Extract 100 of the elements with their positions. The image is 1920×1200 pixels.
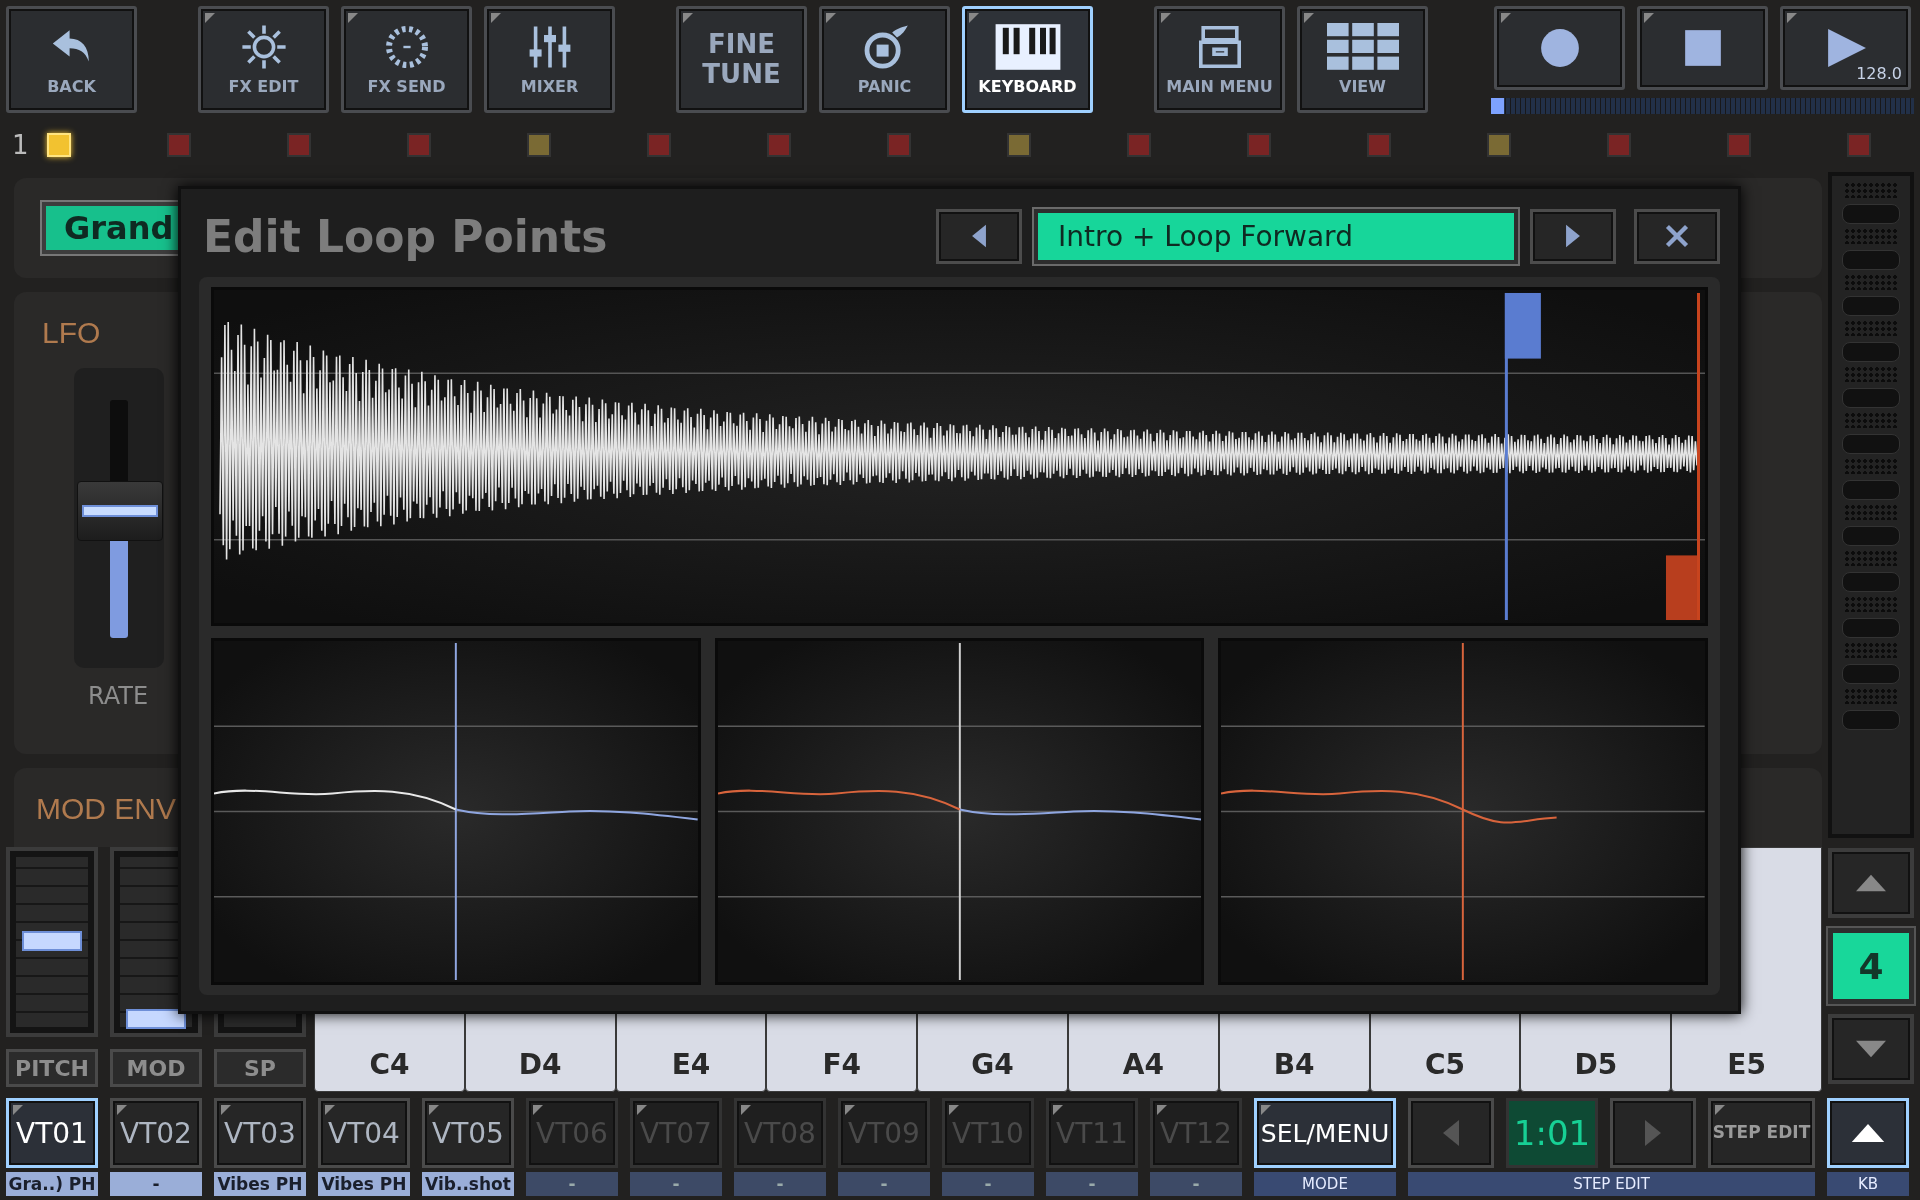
corner-triangle-icon bbox=[826, 13, 836, 23]
sunburst-icon bbox=[239, 23, 288, 71]
corner-triangle-icon bbox=[845, 1105, 855, 1115]
corner-triangle-icon bbox=[221, 1105, 231, 1115]
voice-track-name: - bbox=[630, 1172, 722, 1196]
voice-track-name: - bbox=[526, 1172, 618, 1196]
keyboard-toggle-button[interactable] bbox=[1827, 1098, 1909, 1168]
corner-triangle-icon bbox=[429, 1105, 439, 1115]
right-triangle-icon bbox=[1564, 223, 1582, 249]
voice-track-name: - bbox=[942, 1172, 1034, 1196]
octave-display: 4 bbox=[1828, 928, 1914, 1004]
track-indicator[interactable] bbox=[1847, 133, 1871, 157]
next-mode-button[interactable] bbox=[1530, 208, 1616, 264]
corner-triangle-icon bbox=[13, 1105, 23, 1115]
section-caption: MODE bbox=[1254, 1172, 1396, 1196]
fader-handle[interactable] bbox=[77, 481, 163, 541]
loop-end-marker[interactable] bbox=[1665, 293, 1700, 620]
corner-triangle-icon bbox=[1715, 1105, 1725, 1115]
step-position-display: 1:01 bbox=[1506, 1098, 1598, 1168]
voice-track-name: Gra..) PH bbox=[6, 1172, 98, 1196]
track-number: 1 bbox=[12, 130, 30, 160]
section-caption: KB bbox=[1827, 1172, 1909, 1196]
fine-tune-button[interactable]: FINE TUNE bbox=[676, 6, 807, 113]
next-step-button[interactable] bbox=[1610, 1098, 1696, 1168]
wheel-control[interactable] bbox=[6, 847, 98, 1037]
corner-triangle-icon bbox=[741, 1105, 751, 1115]
previous-mode-button[interactable] bbox=[936, 208, 1022, 264]
wheel-handle[interactable] bbox=[126, 1009, 186, 1029]
track-indicator[interactable] bbox=[1127, 133, 1151, 157]
voice-track-name: - bbox=[734, 1172, 826, 1196]
sel-menu-button[interactable]: SEL/MENU bbox=[1254, 1098, 1396, 1168]
scroll-strip[interactable] bbox=[1828, 172, 1914, 838]
voice-track-name: Vibes PH bbox=[318, 1172, 410, 1196]
wheel-handle[interactable] bbox=[22, 930, 82, 951]
voice-track-button[interactable]: VT04 bbox=[318, 1098, 410, 1168]
corner-triangle-icon bbox=[1053, 1105, 1063, 1115]
voice-track-button[interactable]: VT02 bbox=[110, 1098, 202, 1168]
track-indicator[interactable] bbox=[1367, 133, 1391, 157]
corner-triangle-icon bbox=[1304, 13, 1314, 23]
left-triangle-icon bbox=[1441, 1118, 1461, 1148]
corner-triangle-icon bbox=[491, 13, 501, 23]
voice-track-button[interactable]: VT03 bbox=[214, 1098, 306, 1168]
corner-triangle-icon bbox=[949, 1105, 959, 1115]
track-indicator[interactable] bbox=[287, 133, 311, 157]
back-button[interactable]: BACK bbox=[6, 6, 137, 113]
left-triangle-icon bbox=[970, 223, 988, 249]
step-edit-button[interactable]: STEP EDIT bbox=[1708, 1098, 1815, 1168]
corner-triangle-icon bbox=[348, 13, 358, 23]
corner-triangle-icon bbox=[1501, 13, 1511, 23]
corner-triangle-icon bbox=[325, 1105, 335, 1115]
track-indicator[interactable] bbox=[1007, 133, 1031, 157]
voice-track-button[interactable]: VT05 bbox=[422, 1098, 514, 1168]
track-indicator[interactable] bbox=[1487, 133, 1511, 157]
corner-triangle-icon bbox=[637, 1105, 647, 1115]
loop-start-marker[interactable] bbox=[1504, 293, 1541, 620]
track-indicator[interactable] bbox=[887, 133, 911, 157]
close-icon bbox=[1664, 223, 1690, 249]
corner-triangle-icon bbox=[1787, 13, 1797, 23]
octave-up-button[interactable] bbox=[1828, 848, 1914, 918]
voice-track-name: Vib..shot bbox=[422, 1172, 514, 1196]
voice-track-name: - bbox=[838, 1172, 930, 1196]
loop-mode-selector[interactable]: Intro + Loop Forward bbox=[1034, 208, 1518, 264]
track-indicator[interactable] bbox=[767, 133, 791, 157]
play-button[interactable]: 128.0 bbox=[1780, 6, 1911, 90]
previous-step-button[interactable] bbox=[1408, 1098, 1494, 1168]
panic-button[interactable]: PANIC bbox=[819, 6, 950, 113]
wheel-label[interactable]: PITCH bbox=[6, 1049, 98, 1087]
fxsend-button[interactable]: FX SEND bbox=[341, 6, 472, 113]
wheel-label[interactable]: MOD bbox=[110, 1049, 202, 1087]
corner-triangle-icon bbox=[1161, 13, 1171, 23]
corner-triangle-icon bbox=[1157, 1105, 1167, 1115]
voice-track-button[interactable]: VT01 bbox=[6, 1098, 98, 1168]
voice-track-name: - bbox=[110, 1172, 202, 1196]
corner-triangle-icon bbox=[533, 1105, 543, 1115]
octave-down-button[interactable] bbox=[1828, 1014, 1914, 1084]
voice-track-name: - bbox=[1150, 1172, 1242, 1196]
menu-button[interactable]: MAIN MENU bbox=[1154, 6, 1285, 113]
record-button[interactable] bbox=[1494, 6, 1625, 90]
stop-button[interactable] bbox=[1637, 6, 1768, 90]
wheel-label[interactable]: SP bbox=[214, 1049, 306, 1087]
section-caption: STEP EDIT bbox=[1408, 1172, 1815, 1196]
track-indicator[interactable] bbox=[527, 133, 551, 157]
section-title: MOD ENV bbox=[36, 792, 176, 825]
fxedit-button[interactable]: FX EDIT bbox=[198, 6, 329, 113]
grid-icon bbox=[1325, 23, 1400, 71]
track-indicator[interactable] bbox=[407, 133, 431, 157]
track-indicator[interactable] bbox=[647, 133, 671, 157]
corner-triangle-icon bbox=[117, 1105, 127, 1115]
close-button[interactable] bbox=[1634, 208, 1720, 264]
mixer-button[interactable]: MIXER bbox=[484, 6, 615, 113]
fader-label: RATE bbox=[88, 682, 150, 710]
view-button[interactable]: VIEW bbox=[1297, 6, 1428, 113]
track-indicator[interactable] bbox=[1727, 133, 1751, 157]
track-indicator[interactable] bbox=[1247, 133, 1271, 157]
track-indicator[interactable] bbox=[1607, 133, 1631, 157]
corner-triangle-icon bbox=[1644, 13, 1654, 23]
corner-triangle-icon bbox=[683, 13, 693, 23]
track-indicator[interactable] bbox=[167, 133, 191, 157]
keyboard-button[interactable]: KEYBOARD bbox=[962, 6, 1093, 113]
voice-track-name: - bbox=[1046, 1172, 1138, 1196]
